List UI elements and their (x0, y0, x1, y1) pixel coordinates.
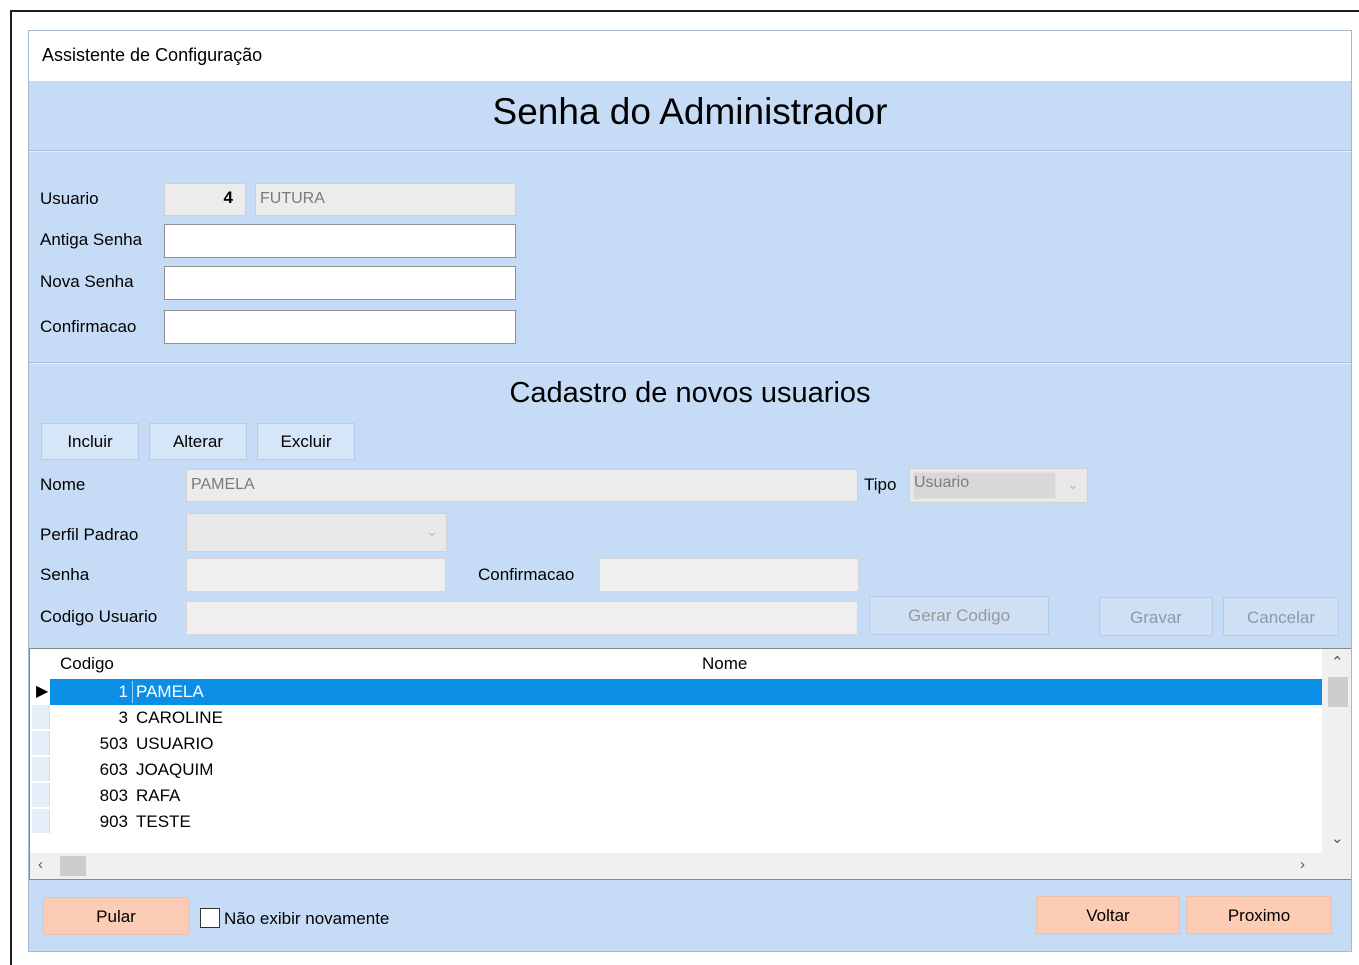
row-indicator (32, 705, 50, 729)
current-row-arrow-icon: ▶ (36, 683, 49, 700)
table-row[interactable]: ▶ 1 PAMELA (30, 679, 1322, 705)
cell-divider (132, 681, 133, 703)
nova-senha-input[interactable] (164, 266, 516, 300)
grid-header: Codigo Nome (30, 649, 1322, 675)
cadastro-confirmacao-input[interactable] (599, 558, 859, 592)
scroll-left-icon[interactable]: ‹ (38, 856, 43, 873)
horizontal-scroll-thumb[interactable] (60, 856, 86, 876)
row-highlight (50, 679, 1322, 705)
admin-heading: Senha do Administrador (492, 91, 888, 132)
antiga-senha-input[interactable] (164, 224, 516, 258)
cell-nome: JOAQUIM (136, 760, 214, 779)
scroll-down-icon[interactable]: ⌄ (1331, 829, 1344, 847)
confirmacao-input[interactable] (164, 310, 516, 344)
codigo-usuario-input[interactable] (186, 601, 858, 635)
incluir-button[interactable]: Incluir (41, 423, 139, 460)
senha-input[interactable] (186, 558, 446, 592)
row-indicator (32, 731, 50, 755)
vertical-scroll-thumb[interactable] (1328, 677, 1348, 707)
cell-nome: RAFA (136, 786, 181, 805)
table-row[interactable]: 503 USUARIO (30, 731, 1322, 757)
codigo-usuario-label: Codigo Usuario (40, 607, 158, 626)
usuario-name-field: FUTURA (255, 183, 516, 216)
cell-codigo: 803 (99, 786, 128, 805)
cell-codigo: 603 (99, 760, 128, 779)
alterar-button[interactable]: Alterar (149, 423, 247, 460)
table-row[interactable]: 3 CAROLINE (30, 705, 1322, 731)
window-title: Assistente de Configuração (42, 45, 263, 65)
nova-senha-label: Nova Senha (40, 272, 134, 291)
perfil-padrao-label: Perfil Padrao (40, 525, 139, 544)
cancelar-button[interactable]: Cancelar (1223, 597, 1339, 636)
confirmacao-label: Confirmacao (40, 317, 137, 336)
row-indicator: ▶ (32, 679, 50, 703)
cell-codigo: 503 (99, 734, 128, 753)
cell-nome: USUARIO (136, 734, 214, 753)
usuario-code-field: 4 (164, 183, 246, 216)
proximo-button[interactable]: Proximo (1186, 896, 1332, 934)
cell-nome: CAROLINE (136, 708, 223, 727)
row-indicator (32, 809, 50, 833)
app-window: Assistente de Configuração Senha do Admi… (10, 10, 1359, 965)
scroll-up-icon[interactable]: ⌃ (1331, 653, 1344, 671)
chevron-down-icon: ⌄ (426, 523, 438, 539)
divider-middle (29, 362, 1351, 364)
cadastro-heading: Cadastro de novos usuarios (509, 377, 871, 409)
row-indicator (32, 757, 50, 781)
cell-codigo: 1 (118, 682, 128, 701)
nome-field[interactable]: PAMELA (186, 469, 858, 502)
tipo-select[interactable]: Usuario ⌄ (909, 468, 1088, 503)
title-bar: Assistente de Configuração (29, 31, 1351, 81)
gravar-button[interactable]: Gravar (1099, 597, 1213, 636)
usuario-label: Usuario (40, 189, 99, 208)
wizard-frame: Assistente de Configuração Senha do Admi… (28, 30, 1352, 952)
nao-exibir-label[interactable]: Não exibir novamente (224, 909, 389, 929)
divider-top (29, 150, 1351, 152)
table-row[interactable]: 603 JOAQUIM (30, 757, 1322, 783)
tipo-select-value: Usuario (914, 474, 970, 491)
senha-label: Senha (40, 565, 90, 584)
users-grid[interactable]: Codigo Nome ▶ 1 PAMELA 3 CAROLINE 503 US… (29, 648, 1351, 880)
cell-nome: TESTE (136, 812, 191, 831)
antiga-senha-label: Antiga Senha (40, 230, 143, 249)
vertical-scrollbar[interactable]: ⌃ ⌄ (1322, 649, 1351, 855)
table-row[interactable]: 903 TESTE (30, 809, 1322, 835)
chevron-down-icon: ⌄ (1067, 476, 1079, 492)
row-indicator (32, 783, 50, 807)
excluir-button[interactable]: Excluir (257, 423, 355, 460)
column-header-nome[interactable]: Nome (702, 654, 747, 674)
nome-label: Nome (40, 475, 86, 494)
cadastro-confirmacao-label: Confirmacao (478, 565, 575, 584)
tipo-label: Tipo (864, 475, 897, 494)
cell-codigo: 3 (118, 708, 128, 727)
scroll-right-icon[interactable]: › (1300, 856, 1305, 873)
horizontal-scrollbar[interactable]: ‹ › (30, 853, 1351, 879)
voltar-button[interactable]: Voltar (1036, 896, 1180, 934)
pular-button[interactable]: Pular (43, 897, 189, 935)
perfil-padrao-select[interactable]: ⌄ (186, 513, 447, 552)
column-header-codigo[interactable]: Codigo (60, 654, 114, 674)
table-row[interactable]: 803 RAFA (30, 783, 1322, 809)
cell-codigo: 903 (99, 812, 128, 831)
gerar-codigo-button[interactable]: Gerar Codigo (869, 596, 1049, 635)
nao-exibir-checkbox[interactable] (200, 908, 220, 928)
cell-nome: PAMELA (136, 682, 204, 701)
